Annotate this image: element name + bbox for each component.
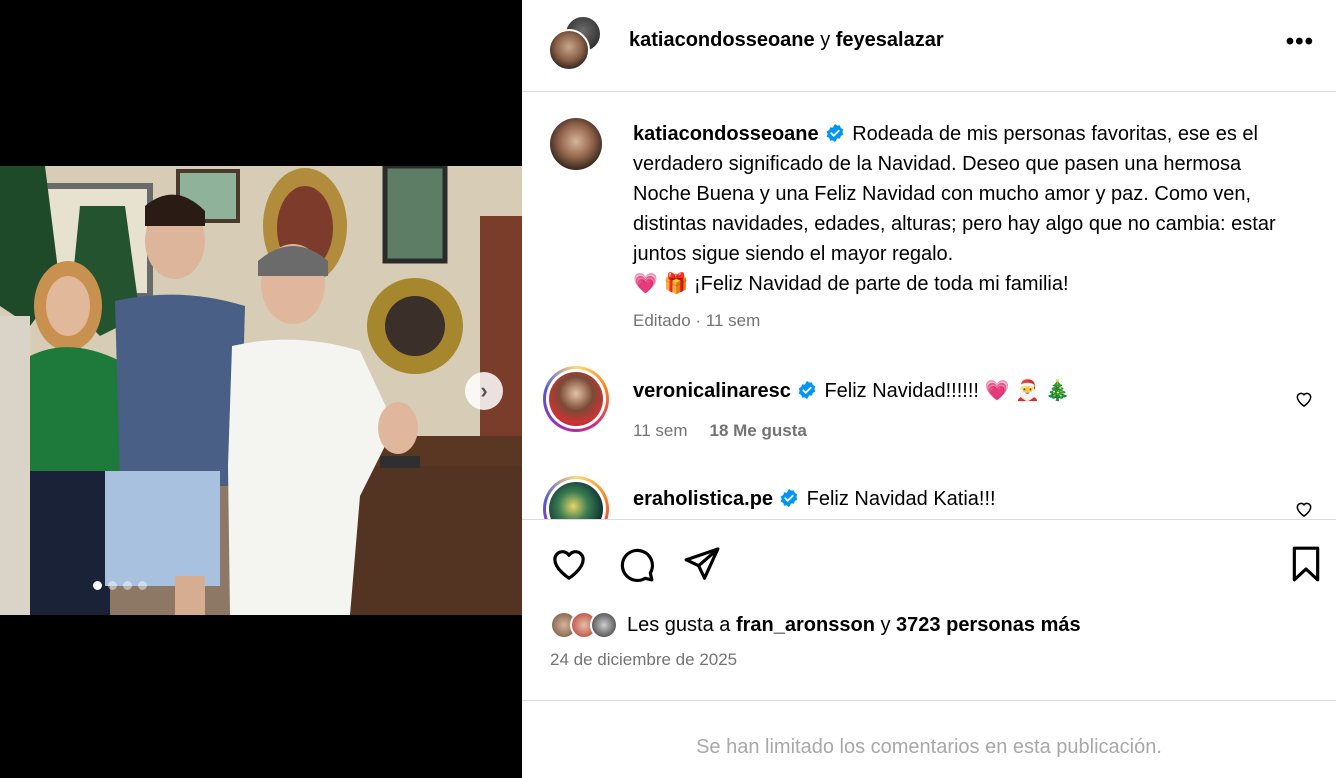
more-options-button[interactable]: ••• bbox=[1286, 28, 1314, 56]
post-authors: katiacondosseoane y feyesalazar bbox=[629, 29, 944, 52]
carousel-dot bbox=[123, 581, 132, 590]
carousel-indicator bbox=[93, 581, 147, 590]
media-panel: › bbox=[0, 0, 522, 778]
collaborator-username-link[interactable]: feyesalazar bbox=[836, 29, 944, 51]
save-bookmark-icon[interactable] bbox=[1286, 544, 1326, 584]
share-send-icon[interactable] bbox=[682, 544, 722, 584]
avatar-author[interactable] bbox=[548, 29, 590, 71]
likes-prefix: Les gusta a bbox=[627, 613, 731, 636]
caption-avatar[interactable] bbox=[550, 118, 602, 170]
next-slide-button[interactable]: › bbox=[465, 372, 503, 410]
caption-meta: Editado · 11 sem bbox=[633, 311, 760, 331]
comment-meta: 11 sem 18 Me gusta bbox=[633, 421, 807, 441]
comment-username[interactable]: eraholistica.pe bbox=[633, 488, 773, 510]
comment-likes[interactable]: 18 Me gusta bbox=[710, 421, 807, 440]
comment-text: Feliz Navidad Katia!!! bbox=[806, 488, 996, 510]
comments-section: katiacondosseoane Rodeada de mis persona… bbox=[522, 93, 1336, 519]
comments-limited-notice: Se han limitado los comentarios en esta … bbox=[696, 736, 1162, 758]
comment-bubble-icon[interactable] bbox=[616, 544, 656, 584]
caption-emoji: 💗 🎁 bbox=[633, 273, 689, 295]
post-photo[interactable] bbox=[0, 166, 522, 615]
collab-avatars[interactable] bbox=[548, 15, 604, 71]
like-comment-heart-icon[interactable] bbox=[1294, 499, 1314, 519]
like-comment-heart-icon[interactable] bbox=[1294, 389, 1314, 409]
chevron-right-icon: › bbox=[480, 378, 488, 403]
caption-time[interactable]: 11 sem bbox=[706, 311, 761, 330]
family-photo-illustration bbox=[0, 166, 522, 615]
post-caption: katiacondosseoane Rodeada de mis persona… bbox=[633, 119, 1303, 299]
post-date[interactable]: 24 de diciembre de 2025 bbox=[550, 650, 737, 670]
meta-separator: · bbox=[695, 311, 702, 330]
verified-badge-icon bbox=[798, 380, 816, 400]
post-side-panel: katiacondosseoane y feyesalazar ••• kati… bbox=[522, 0, 1336, 778]
likes-conj: y bbox=[880, 613, 891, 636]
caption-username[interactable]: katiacondosseoane bbox=[633, 123, 819, 145]
authors-conjunction: y bbox=[820, 29, 831, 51]
carousel-dot-active bbox=[93, 581, 102, 590]
liker-avatar bbox=[590, 611, 618, 639]
comment-time[interactable]: 11 sem bbox=[633, 421, 688, 440]
verified-badge-icon bbox=[780, 488, 798, 508]
edited-label: Editado bbox=[633, 311, 691, 330]
avatar bbox=[549, 482, 603, 519]
others-likes-link[interactable]: 3723 personas más bbox=[896, 614, 1081, 636]
author-username-link[interactable]: katiacondosseoane bbox=[629, 29, 815, 51]
liker-username-link[interactable]: fran_aronsson bbox=[736, 614, 875, 636]
post-actions: Les gusta a fran_aronsson y 3723 persona… bbox=[522, 519, 1336, 701]
like-heart-icon[interactable] bbox=[549, 544, 589, 584]
avatar bbox=[549, 372, 603, 426]
carousel-dot bbox=[138, 581, 147, 590]
verified-badge-icon bbox=[826, 123, 843, 143]
likes-summary[interactable]: Les gusta a fran_aronsson y 3723 persona… bbox=[550, 608, 1081, 642]
caption-closing: ¡Feliz Navidad de parte de toda mi famil… bbox=[693, 273, 1069, 295]
comment-item: eraholistica.pe Feliz Navidad Katia!!! bbox=[633, 488, 996, 511]
comment-username[interactable]: veronicalinaresc bbox=[633, 380, 791, 402]
comment-avatar-story-ring[interactable] bbox=[543, 476, 609, 519]
post-header: katiacondosseoane y feyesalazar ••• bbox=[522, 0, 1336, 92]
comment-avatar-story-ring[interactable] bbox=[543, 366, 609, 432]
carousel-dot bbox=[108, 581, 117, 590]
more-horizontal-icon: ••• bbox=[1285, 28, 1314, 55]
instagram-post-view: › katiacondosseoane y feyesalazar ••• ka… bbox=[0, 0, 1336, 778]
likes-text: Les gusta a fran_aronsson y 3723 persona… bbox=[627, 614, 1081, 637]
comment-text: Feliz Navidad!!!!!! 💗 🎅 🎄 bbox=[824, 380, 1071, 402]
comment-item: veronicalinaresc Feliz Navidad!!!!!! 💗 🎅… bbox=[633, 378, 1070, 403]
